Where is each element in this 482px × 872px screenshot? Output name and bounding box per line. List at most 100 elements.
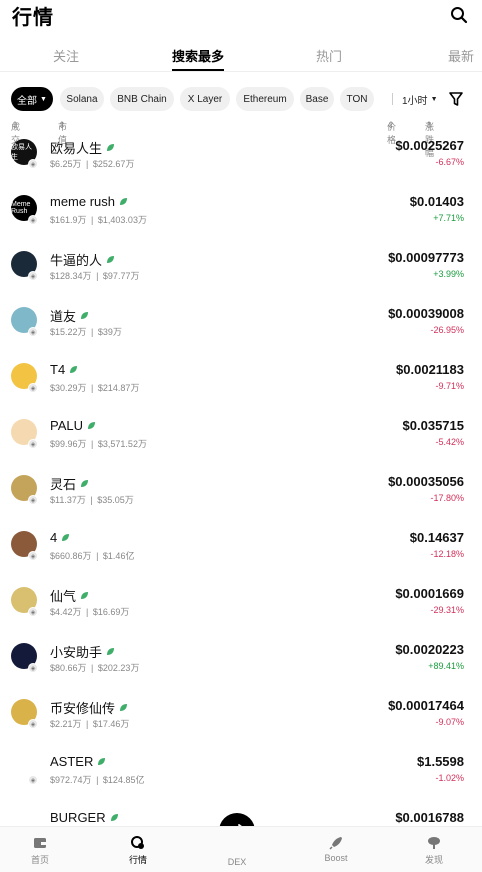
chip-all[interactable]: 全部 ▼ (11, 87, 53, 111)
token-name: 牛逼的人 (50, 253, 103, 268)
token-name-wrap: 4 (50, 530, 71, 545)
token-row[interactable]: ◈ 小安助手 $80.66万 | $202.23万 $0.0020223 +89… (0, 634, 482, 690)
token-price: $0.0020223 (395, 642, 464, 657)
chip-bnb-chain[interactable]: BNB Chain (110, 87, 174, 111)
chain-badge-icon: ◈ (28, 271, 38, 281)
token-change: +7.71% (433, 213, 464, 223)
token-row[interactable]: Meme Rush ◈ meme rush $161.9万 | $1,403.0… (0, 186, 482, 242)
token-price: $0.00039008 (388, 306, 464, 321)
leaf-icon (120, 704, 128, 711)
token-name-wrap: 牛逼的人 (50, 250, 116, 269)
leaf-icon (98, 758, 106, 765)
chain-badge-icon: ◈ (28, 159, 38, 169)
page-title: 行情 (12, 6, 54, 29)
token-price: $0.035715 (402, 418, 464, 433)
token-name-wrap: 币安修仙传 (50, 698, 129, 717)
token-volume-mcap: $128.34万 | $97.77万 (50, 271, 140, 281)
token-row[interactable]: ◈ ASTER $972.74万 | $124.85亿 $1.5598 -1.0… (0, 746, 482, 802)
token-change: +89.41% (428, 661, 464, 671)
tab-most-searched[interactable]: 搜索最多 (172, 46, 224, 65)
token-name-wrap: T4 (50, 362, 79, 377)
token-price: $0.0021183 (396, 362, 464, 377)
chip-ethereum[interactable]: Ethereum (236, 87, 294, 111)
chain-badge-icon: ◈ (28, 719, 38, 729)
chip-x-layer[interactable]: X Layer (180, 87, 230, 111)
token-name: 仙气 (50, 589, 77, 604)
chain-badge-icon: ◈ (28, 383, 38, 393)
token-name: 4 (50, 530, 58, 545)
chain-badge-icon: ◈ (28, 439, 38, 449)
token-change: -5.42% (435, 437, 464, 447)
token-volume-mcap: $99.96万 | $3,571.52万 (50, 439, 147, 449)
token-change: -17.80% (430, 493, 464, 503)
token-name: 小安助手 (50, 645, 103, 660)
token-change: -6.67% (435, 157, 464, 167)
chip-solana[interactable]: Solana (60, 87, 104, 111)
token-name: PALU (50, 418, 83, 433)
token-name: 欧易人生 (50, 141, 103, 156)
token-row[interactable]: ◈ T4 $30.29万 | $214.87万 $0.0021183 -9.71… (0, 354, 482, 410)
token-price: $0.0025267 (395, 138, 464, 153)
token-name-wrap: 道友 (50, 306, 90, 325)
token-volume-mcap: $4.42万 | $16.69万 (50, 607, 130, 617)
token-volume-mcap: $2.21万 | $17.46万 (50, 719, 130, 729)
token-price: $0.14637 (409, 530, 464, 545)
token-name-wrap: 灵石 (50, 474, 90, 493)
token-row[interactable]: ◈ 牛逼的人 $128.34万 | $97.77万 $0.00097773 +3… (0, 242, 482, 298)
token-change: +3.99% (433, 269, 464, 279)
chain-badge-icon: ◈ (28, 215, 38, 225)
leaf-icon (107, 256, 115, 263)
token-name-wrap: 欧易人生 (50, 138, 116, 157)
nav-market[interactable]: 行情 (108, 835, 168, 866)
nav-boost[interactable]: Boost (306, 835, 366, 863)
time-range-select[interactable]: 1小时 ▼ (402, 87, 438, 111)
token-row[interactable]: ◈ PALU $99.96万 | $3,571.52万 $0.035715 -5… (0, 410, 482, 466)
token-volume-mcap: $11.37万 | $35.05万 (50, 495, 134, 505)
leaf-icon (88, 422, 95, 429)
token-change: -9.71% (435, 381, 464, 391)
search-icon (451, 7, 468, 24)
token-row[interactable]: ◈ 4 $660.86万 | $1.46亿 $0.14637 -12.18% (0, 522, 482, 578)
tab-newest[interactable]: 最新 (448, 46, 474, 65)
token-price: $0.00097773 (388, 250, 464, 265)
token-name: BURGER (50, 810, 106, 825)
token-price: $0.00035056 (388, 474, 464, 489)
token-price: $0.0016788 (395, 810, 464, 825)
token-change: -1.02% (435, 773, 464, 783)
filter-icon[interactable] (448, 90, 464, 108)
token-row[interactable]: ◈ 仙气 $4.42万 | $16.69万 $0.0001669 -29.31% (0, 578, 482, 634)
token-row[interactable]: 欧易人生 ◈ 欧易人生 $6.25万 | $252.67万 $0.0025267… (0, 130, 482, 186)
search-button[interactable] (448, 4, 470, 26)
token-name-wrap: PALU (50, 418, 97, 433)
tab-following[interactable]: 关注 (53, 46, 79, 65)
token-change: -29.31% (430, 605, 464, 615)
leaf-icon (107, 648, 115, 655)
token-row[interactable]: ◈ 道友 $15.22万 | $39万 $0.00039008 -26.95% (0, 298, 482, 354)
wallet-icon (34, 838, 46, 848)
leaf-icon (81, 480, 89, 487)
chain-badge-icon: ◈ (28, 551, 38, 561)
chip-ton[interactable]: TON (340, 87, 374, 111)
token-name-wrap: BURGER (50, 810, 120, 825)
token-name-wrap: ASTER (50, 754, 107, 769)
nav-home[interactable]: 首页 (10, 835, 70, 866)
token-name: T4 (50, 362, 66, 377)
bottom-navigation: 首页 行情 DEX Boost 发现 (0, 826, 482, 872)
token-row[interactable]: ◈ 币安修仙传 $2.21万 | $17.46万 $0.00017464 -9.… (0, 690, 482, 746)
token-price: $0.01403 (409, 194, 464, 209)
tab-hot[interactable]: 热门 (316, 46, 342, 65)
token-name: 道友 (50, 309, 77, 324)
market-tabs: 关注 搜索最多 热门 最新 (0, 34, 482, 72)
active-tab-indicator (172, 69, 224, 71)
token-price: $0.0001669 (395, 586, 464, 601)
discover-icon (428, 837, 440, 849)
app-header: 行情 (0, 0, 482, 30)
nav-dex[interactable]: DEX (207, 857, 267, 867)
chain-badge-icon: ◈ (28, 327, 38, 337)
chip-base[interactable]: Base (300, 87, 334, 111)
token-price: $0.00017464 (388, 698, 464, 713)
token-name-wrap: 仙气 (50, 586, 90, 605)
nav-discover[interactable]: 发现 (404, 835, 464, 866)
caret-down-icon: ▼ (40, 95, 47, 103)
token-row[interactable]: ◈ 灵石 $11.37万 | $35.05万 $0.00035056 -17.8… (0, 466, 482, 522)
